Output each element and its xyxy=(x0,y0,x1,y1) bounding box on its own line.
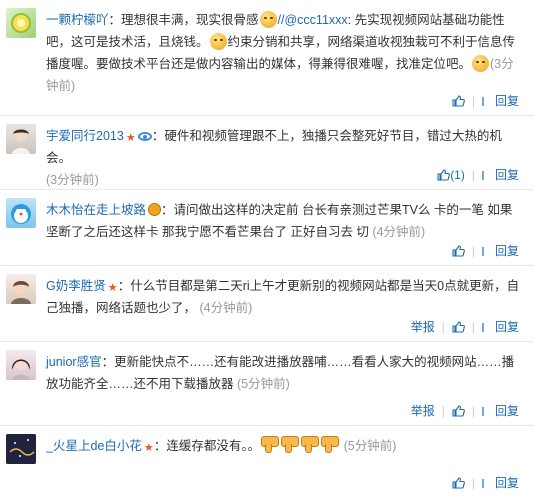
reply-button[interactable]: 回复 xyxy=(495,244,519,258)
comment-item: 木木怡在走上坡路 ：请问做出这样的决定前 台长有亲测过芒果TV么 卡的一笔 如果坚… xyxy=(0,190,533,266)
thumbs-down-icon xyxy=(320,436,340,453)
reply-icon xyxy=(482,477,495,489)
divider: | xyxy=(471,94,475,108)
avatar[interactable] xyxy=(6,274,36,304)
like-icon[interactable] xyxy=(452,321,465,333)
divider: | xyxy=(471,244,475,258)
reply-button[interactable]: 回复 xyxy=(495,168,519,182)
comment-feed: 一颗柠檬吖：理想很丰满，现实很骨感//@ccc11xxx: 先实现视频网站基础功… xyxy=(0,0,533,497)
avatar[interactable] xyxy=(6,8,36,38)
mention-link[interactable]: //@ccc11xxx xyxy=(278,13,348,27)
divider: | xyxy=(471,168,475,182)
thumbs-down-icon xyxy=(300,436,320,453)
like-icon[interactable] xyxy=(452,245,465,257)
timestamp: (4分钟前) xyxy=(199,301,253,315)
like-icon[interactable] xyxy=(452,405,465,417)
report-button[interactable]: 举报 xyxy=(411,320,435,334)
reply-icon xyxy=(482,245,495,257)
comment-actions: 举报 | | 回复 xyxy=(411,403,519,419)
comment-actions: (1) | 回复 xyxy=(437,167,519,183)
crown-badge-icon xyxy=(148,203,162,216)
thumbs-down-icon xyxy=(280,436,300,453)
comment-item: junior感官：更新能快点不……还有能改进播放器哺……看看人家大的视频网站……… xyxy=(0,342,533,426)
reply-button[interactable]: 回复 xyxy=(495,320,519,334)
emoticon-icon xyxy=(472,55,490,72)
username[interactable]: junior感官 xyxy=(46,355,102,369)
username[interactable]: 宇爱同行2013 xyxy=(46,129,124,143)
like-count[interactable]: (1) xyxy=(450,168,465,182)
comment-actions: | 回复 xyxy=(452,475,519,491)
like-icon[interactable] xyxy=(452,95,465,107)
comment-actions: | 回复 xyxy=(452,93,519,109)
comment-content: _火星上de白小花 ★：连缓存都没有。。 (5分钟前) xyxy=(46,435,521,457)
username[interactable]: 木木怡在走上坡路 xyxy=(46,203,146,217)
star-icon: ★ xyxy=(107,282,118,294)
comment-content: 木木怡在走上坡路 ：请问做出这样的决定前 台长有亲测过芒果TV么 卡的一笔 如果坚… xyxy=(46,199,521,243)
divider: | xyxy=(471,320,475,334)
comment-item: G奶李胜贤 ★：什么节目都是第二天ri上午才更新别的视频网站都是当天0点就更新，自… xyxy=(0,266,533,342)
avatar[interactable] xyxy=(6,434,36,464)
comment-actions: | 回复 xyxy=(452,243,519,259)
like-icon[interactable] xyxy=(437,169,451,181)
timestamp: (3分钟前) xyxy=(46,173,99,187)
comment-item: _火星上de白小花 ★：连缓存都没有。。 (5分钟前) | 回复 xyxy=(0,426,533,497)
divider: | xyxy=(441,320,445,334)
username[interactable]: _火星上de白小花 xyxy=(46,439,142,453)
comment-item: 一颗柠檬吖：理想很丰满，现实很骨感//@ccc11xxx: 先实现视频网站基础功… xyxy=(0,0,533,116)
comment-text: ：理想很丰满，现实很骨感 xyxy=(108,13,259,27)
thumbs-down-icon xyxy=(260,436,280,453)
divider: | xyxy=(441,404,445,418)
divider: | xyxy=(471,404,475,418)
star-icon: ★ xyxy=(125,132,136,144)
timestamp: (4分钟前) xyxy=(372,225,426,239)
timestamp: (5分钟前) xyxy=(343,439,397,453)
eye-icon xyxy=(137,132,152,141)
avatar[interactable] xyxy=(6,198,36,228)
timestamp: (5分钟前) xyxy=(237,377,290,391)
report-button[interactable]: 举报 xyxy=(411,404,435,418)
reply-icon xyxy=(482,95,495,107)
like-icon[interactable] xyxy=(452,477,465,489)
username[interactable]: 一颗柠檬吖 xyxy=(46,13,109,27)
comment-item: 宇爱同行2013 ★ ：硬件和视频管理跟不上，独播只会整死好节目，错过大热的机会。(… xyxy=(0,116,533,190)
reply-button[interactable]: 回复 xyxy=(495,94,519,108)
comment-content: 一颗柠檬吖：理想很丰满，现实很骨感//@ccc11xxx: 先实现视频网站基础功… xyxy=(46,9,521,97)
reply-icon xyxy=(482,405,495,417)
comment-actions: 举报 | | 回复 xyxy=(411,319,519,335)
emoticon-icon xyxy=(259,11,277,28)
avatar[interactable] xyxy=(6,350,36,380)
comment-text: ：什么节目都是第二天ri上午才更新别的视频网站都是当天0点就更新，自己独播，网络… xyxy=(46,279,520,315)
reply-icon xyxy=(482,169,495,181)
emoticon-icon xyxy=(209,33,227,50)
reply-icon xyxy=(482,321,495,333)
username[interactable]: G奶李胜贤 xyxy=(46,279,106,293)
star-icon: ★ xyxy=(143,442,154,454)
divider: | xyxy=(471,476,475,490)
comment-content: G奶李胜贤 ★：什么节目都是第二天ri上午才更新别的视频网站都是当天0点就更新，自… xyxy=(46,275,521,319)
avatar[interactable] xyxy=(6,124,36,154)
reply-button[interactable]: 回复 xyxy=(495,476,519,490)
comment-text: ：连缓存都没有。。 xyxy=(153,439,261,453)
comment-content: junior感官：更新能快点不……还有能改进播放器哺……看看人家大的视频网站……… xyxy=(46,351,521,395)
reply-button[interactable]: 回复 xyxy=(495,404,519,418)
